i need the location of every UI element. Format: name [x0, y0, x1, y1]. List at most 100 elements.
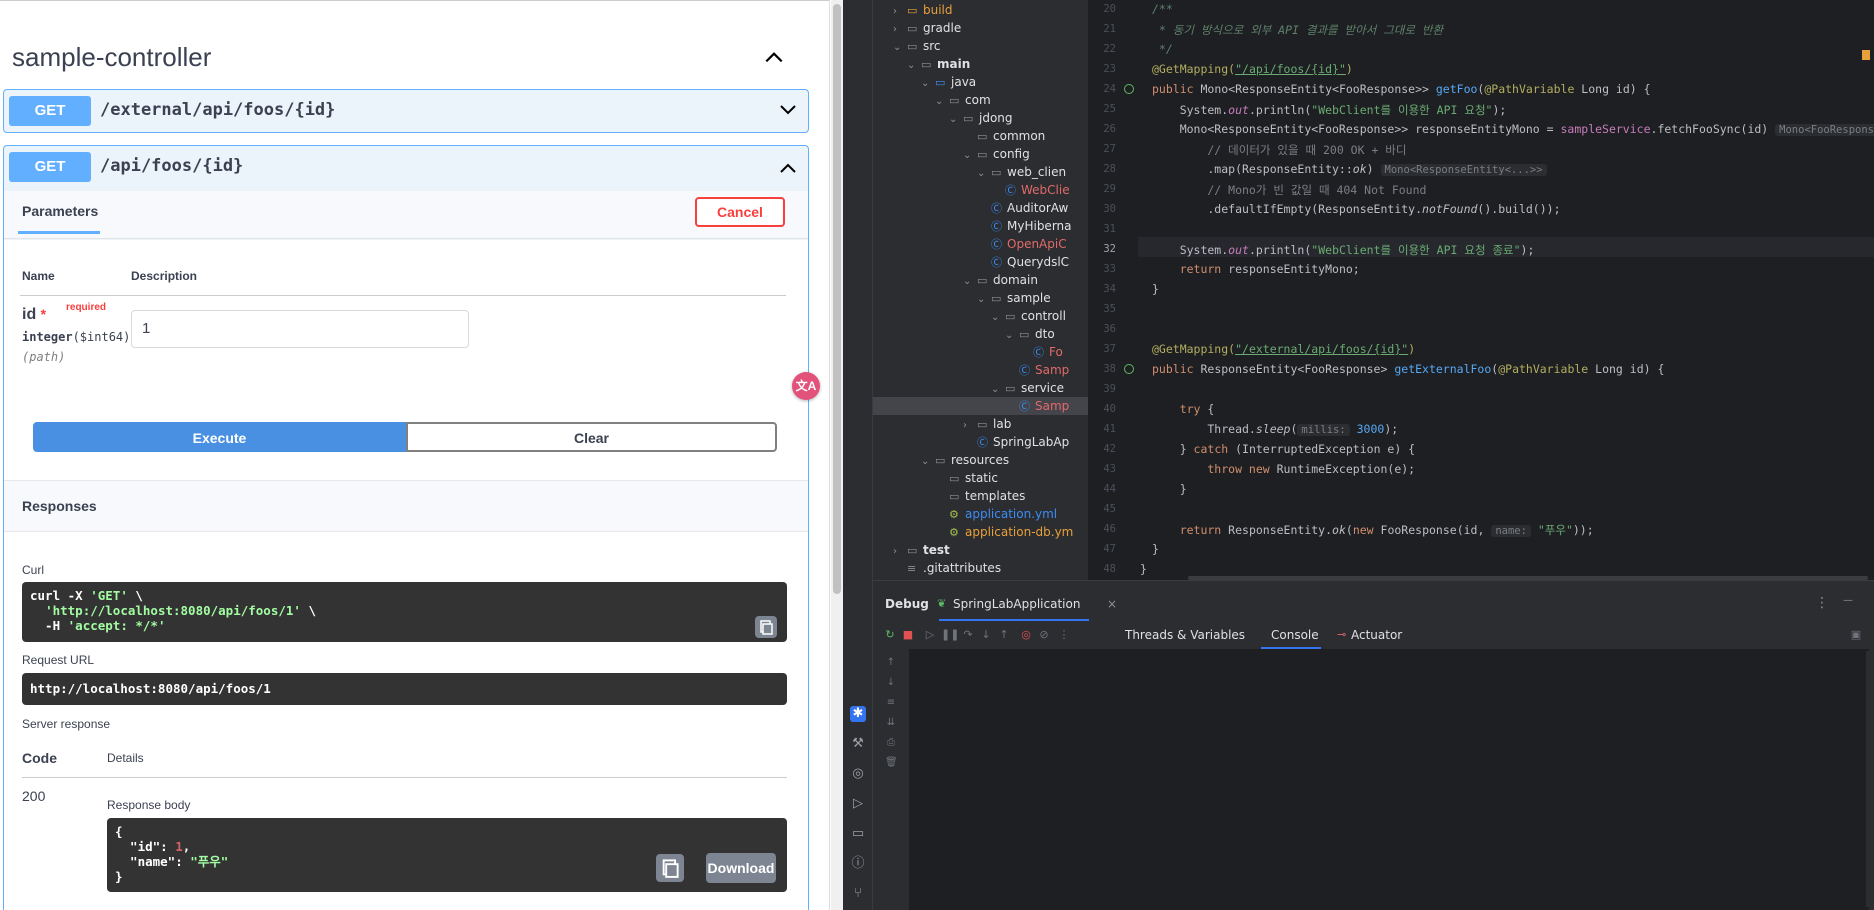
- tree-item[interactable]: ⌄ ▭ main: [907, 55, 970, 73]
- tree-item[interactable]: Ⓒ Fo: [1033, 343, 1063, 361]
- response-body-block[interactable]: { "id": 1, "name": "푸우" }: [107, 818, 787, 892]
- tree-item[interactable]: ⚙ application.yml: [949, 505, 1057, 523]
- endpoint-gutter-icon[interactable]: [1124, 364, 1134, 374]
- swagger-scrollbar-thumb[interactable]: [833, 4, 841, 594]
- terminal-icon[interactable]: ▭: [850, 826, 866, 842]
- layout-icon[interactable]: ▣: [1849, 628, 1863, 642]
- close-icon[interactable]: ×: [1107, 597, 1117, 611]
- tree-item[interactable]: ⌄ ▭ service: [991, 379, 1064, 397]
- copy-icon[interactable]: [755, 616, 777, 638]
- tree-item[interactable]: › ▭ build: [893, 1, 953, 19]
- translate-icon[interactable]: 文A: [792, 372, 820, 400]
- services-icon[interactable]: ◎: [850, 766, 866, 782]
- tab-console[interactable]: Console: [1271, 628, 1319, 642]
- git-icon[interactable]: ⑂: [850, 886, 866, 902]
- tab-actuator[interactable]: Actuator: [1351, 628, 1402, 642]
- console-scrollbar[interactable]: [1866, 651, 1872, 907]
- tree-item[interactable]: Ⓒ OpenApiC: [991, 235, 1067, 253]
- scroll-end-icon[interactable]: ⇊: [885, 717, 897, 729]
- tree-item[interactable]: ⌄ ▭ com: [935, 91, 991, 109]
- download-button[interactable]: Download: [706, 853, 776, 883]
- tree-item[interactable]: Ⓒ Samp: [1019, 397, 1069, 415]
- chevron-down-icon: ⌄: [907, 60, 916, 71]
- request-url[interactable]: http://localhost:8080/api/foos/1: [22, 673, 787, 705]
- run-icon[interactable]: ▷: [850, 796, 866, 812]
- breakpoints-icon[interactable]: ◎: [1019, 628, 1033, 642]
- tab-threads-variables[interactable]: Threads & Variables: [1125, 628, 1245, 642]
- tree-item[interactable]: ⌄ ▭ dto: [1005, 325, 1055, 343]
- tree-item[interactable]: Ⓒ AuditorAw: [991, 199, 1068, 217]
- tree-item[interactable]: Ⓒ MyHiberna: [991, 217, 1072, 235]
- tree-item[interactable]: ▭ static: [949, 469, 998, 487]
- clear-button[interactable]: Clear: [406, 422, 777, 452]
- top-divider: [0, 0, 829, 1]
- debug-icon[interactable]: ✱: [850, 706, 866, 722]
- tree-item[interactable]: ⌄ ▭ web_clien: [977, 163, 1066, 181]
- resume-icon[interactable]: ▷: [923, 628, 937, 642]
- more-icon[interactable]: ⋮: [1057, 628, 1071, 642]
- code-token: "/external/api/foos/{id}": [1235, 342, 1409, 356]
- curl-code-block[interactable]: curl -X 'GET' \ 'http://localhost:8080/a…: [22, 582, 787, 642]
- tab-spring-lab-application[interactable]: SpringLabApplication: [953, 597, 1080, 611]
- operation-header[interactable]: GET /api/foos/{id}: [4, 146, 808, 192]
- console-output[interactable]: [909, 649, 1869, 910]
- controller-title[interactable]: sample-controller: [12, 42, 211, 73]
- tree-item[interactable]: Ⓒ SpringLabAp: [977, 433, 1069, 451]
- tree-item[interactable]: ▭ common: [977, 127, 1045, 145]
- tree-item[interactable]: ▭ templates: [949, 487, 1025, 505]
- tree-item[interactable]: Ⓒ Samp: [1019, 361, 1069, 379]
- tree-item[interactable]: › ▭ test: [893, 541, 950, 559]
- minimize-icon[interactable]: —: [1843, 595, 1853, 606]
- chevron-up-icon[interactable]: [763, 46, 785, 68]
- tree-item[interactable]: ⌄ ▭ controll: [991, 307, 1066, 325]
- json-brace: {: [115, 824, 123, 839]
- endpoint-gutter-icon[interactable]: [1124, 84, 1134, 94]
- chevron-up-icon[interactable]: [778, 158, 798, 178]
- warning-marker[interactable]: [1862, 50, 1870, 60]
- clear-icon[interactable]: 🗑: [885, 757, 898, 769]
- column-description: Description: [131, 269, 198, 283]
- class-icon: Ⓒ: [1019, 364, 1030, 377]
- stop-icon[interactable]: ■: [901, 628, 915, 642]
- operation-header[interactable]: GET /external/api/foos/{id}: [4, 90, 808, 136]
- tree-item[interactable]: ⌄ ▭ sample: [977, 289, 1051, 307]
- step-into-icon[interactable]: ↓: [979, 628, 993, 642]
- tree-item[interactable]: ⌄ ▭ domain: [963, 271, 1038, 289]
- copy-icon[interactable]: [656, 854, 684, 882]
- cancel-button[interactable]: Cancel: [695, 197, 785, 227]
- mute-breakpoints-icon[interactable]: ⊘: [1037, 628, 1051, 642]
- id-input[interactable]: 1: [131, 310, 469, 348]
- tree-item[interactable]: ⌄ ▭ resources: [921, 451, 1009, 469]
- code-token: Mono<ResponseEntity<FooResponse>> respon…: [1152, 122, 1561, 136]
- execute-button[interactable]: Execute: [33, 422, 406, 452]
- tree-item[interactable]: ⌄ ▭ src: [893, 37, 941, 55]
- tree-item[interactable]: ⌄ ▭ config: [963, 145, 1030, 163]
- code-token: ): [1408, 342, 1416, 356]
- code-line: @GetMapping("/api/foos/{id}"): [1152, 62, 1353, 76]
- tree-item[interactable]: Ⓒ WebClie: [1005, 181, 1070, 199]
- code-editor[interactable]: 20 21 22 23 24 25 26 27 28 29 30 31 32 3…: [1088, 0, 1874, 580]
- tree-item[interactable]: ⚙ application-db.ym: [949, 523, 1073, 541]
- print-icon[interactable]: ⎙: [885, 737, 897, 749]
- tree-item[interactable]: ⌄ ▭ java: [921, 73, 976, 91]
- tree-item[interactable]: › ▭ lab: [963, 415, 1011, 433]
- pause-icon[interactable]: ❚❚: [941, 628, 959, 642]
- tree-item[interactable]: ⌄ ▭ jdong: [949, 109, 1013, 127]
- chevron-down-icon[interactable]: [778, 100, 798, 120]
- rerun-icon[interactable]: ↻: [883, 628, 897, 642]
- step-out-icon[interactable]: ↑: [997, 628, 1011, 642]
- wrap-icon[interactable]: ≡: [885, 697, 897, 709]
- tree-item[interactable]: Ⓒ QuerydslC: [991, 253, 1069, 271]
- step-over-icon[interactable]: ↷: [961, 628, 975, 642]
- build-icon[interactable]: ⚒: [850, 736, 866, 752]
- operation-external-get-foo[interactable]: GET /external/api/foos/{id}: [3, 89, 809, 133]
- curl-text: -H: [30, 618, 68, 633]
- up-icon[interactable]: ↑: [885, 657, 897, 669]
- tab-parameters[interactable]: Parameters: [22, 203, 98, 219]
- problems-icon[interactable]: ⓘ: [850, 856, 866, 872]
- more-icon[interactable]: ⋮: [1815, 595, 1829, 611]
- code-line: Mono<ResponseEntity<FooResponse>> respon…: [1152, 122, 1874, 136]
- tree-item[interactable]: ≡ .gitattributes: [907, 559, 1001, 577]
- down-icon[interactable]: ↓: [885, 677, 897, 689]
- tree-item[interactable]: › ▭ gradle: [893, 19, 961, 37]
